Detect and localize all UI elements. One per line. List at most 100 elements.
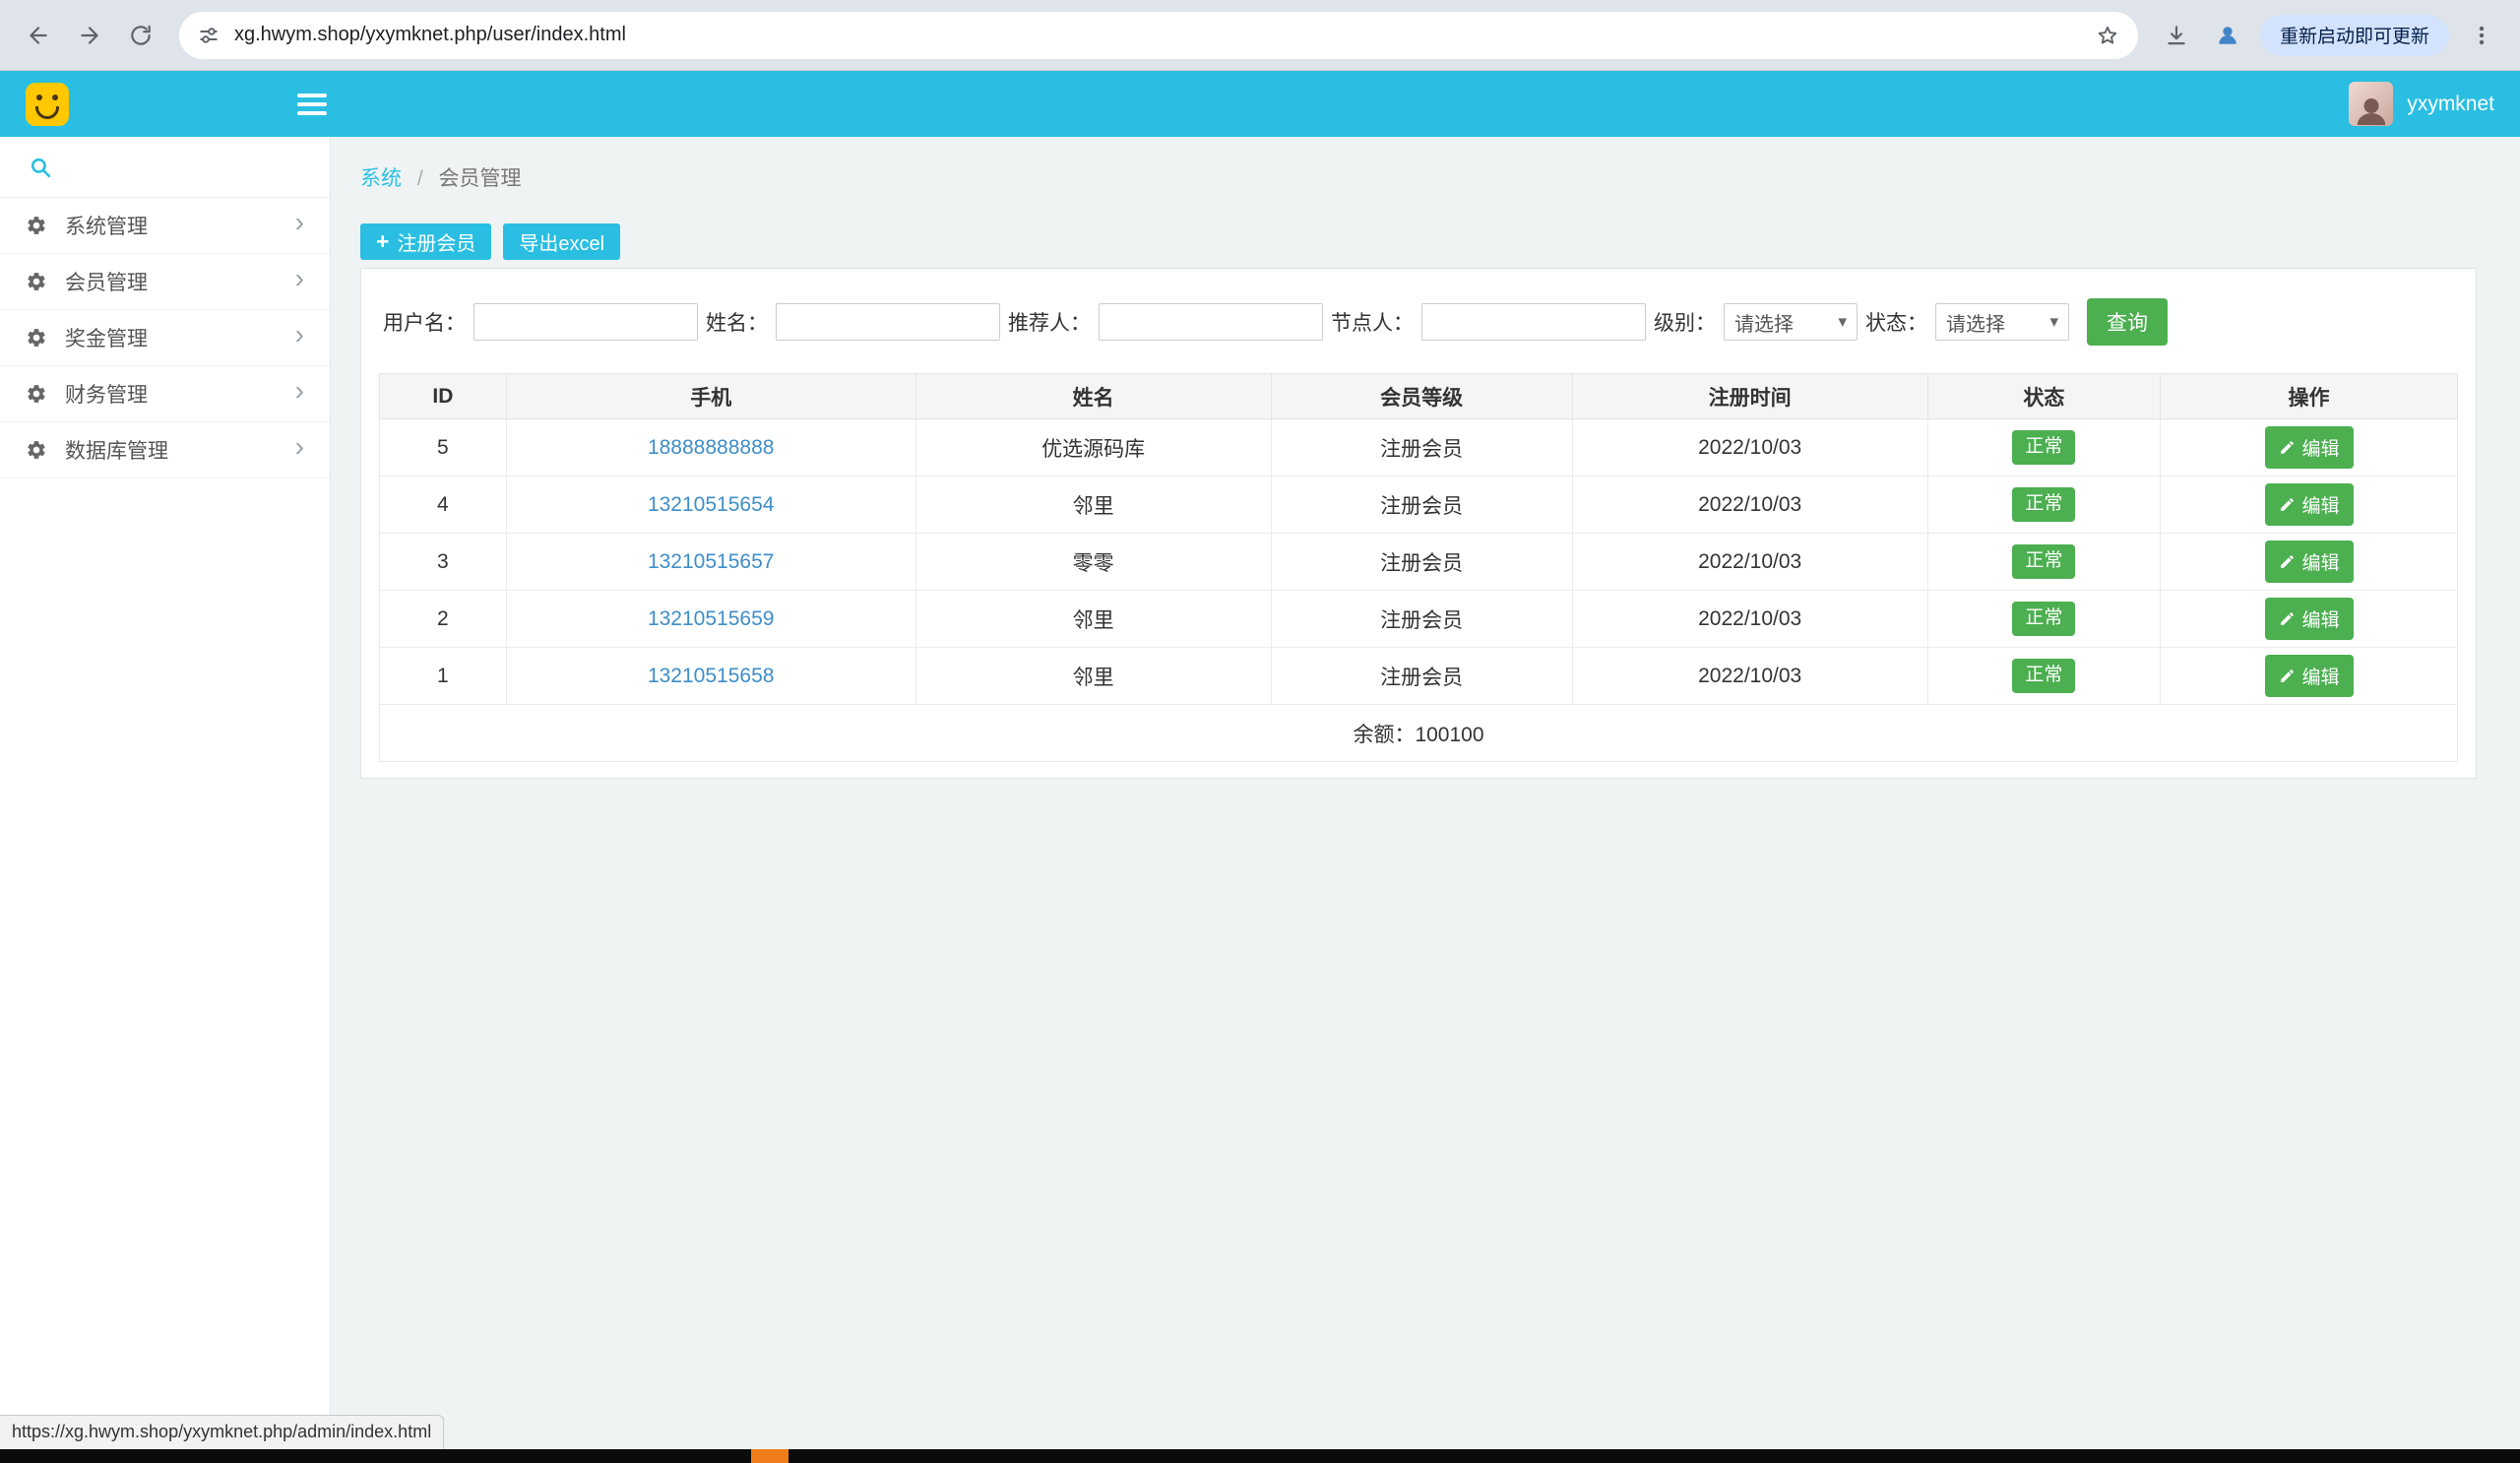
status-badge: 正常 bbox=[2012, 602, 2076, 636]
breadcrumb-current: 会员管理 bbox=[438, 167, 522, 190]
cell-id: 5 bbox=[379, 418, 507, 477]
header-username: yxymknet bbox=[2407, 92, 2494, 115]
downloads-button[interactable] bbox=[2154, 13, 2199, 58]
site-settings-icon[interactable] bbox=[197, 24, 220, 47]
search-button[interactable]: 查询 bbox=[2087, 298, 2168, 346]
avatar[interactable] bbox=[2349, 82, 2394, 126]
edit-pencil-icon bbox=[2280, 555, 2294, 568]
cell-name: 邻里 bbox=[914, 590, 1272, 648]
member-panel: 用户名： 姓名： 推荐人： 节点人： 级别： 请选择 ▾ 状态： 请选择 ▾ 查… bbox=[360, 268, 2477, 779]
level-select[interactable]: 请选择 ▾ bbox=[1724, 303, 1858, 341]
app-logo-icon[interactable] bbox=[26, 82, 69, 126]
download-icon bbox=[2168, 25, 2185, 44]
edit-button-label: 编辑 bbox=[2301, 610, 2340, 631]
cell-level: 注册会员 bbox=[1270, 533, 1573, 591]
filter-row: 用户名： 姓名： 推荐人： 节点人： 级别： 请选择 ▾ 状态： 请选择 ▾ 查… bbox=[379, 269, 2458, 346]
table-row: 5 18888888888 优选源码库 注册会员 2022/10/03 正常 编… bbox=[379, 418, 2458, 477]
address-bar[interactable]: xg.hwym.shop/yxymknet.php/user/index.htm… bbox=[179, 11, 2138, 59]
col-header-name: 姓名 bbox=[914, 373, 1272, 419]
cell-level: 注册会员 bbox=[1270, 476, 1573, 534]
edit-button-label: 编辑 bbox=[2301, 553, 2340, 574]
cell-id: 4 bbox=[379, 476, 507, 534]
gear-icon bbox=[26, 214, 49, 237]
edit-button-label: 编辑 bbox=[2301, 496, 2340, 517]
member-table: ID 手机 姓名 会员等级 注册时间 状态 操作 5 18888888888 优… bbox=[379, 373, 2458, 762]
referrer-input[interactable] bbox=[1099, 303, 1323, 341]
menu-button[interactable] bbox=[2459, 13, 2504, 58]
edit-button[interactable]: 编辑 bbox=[2264, 541, 2354, 583]
node-label: 节点人： bbox=[1331, 312, 1414, 335]
reload-button[interactable] bbox=[118, 13, 163, 58]
update-chip-button[interactable]: 重新启动即可更新 bbox=[2259, 14, 2449, 56]
col-header-id: ID bbox=[379, 373, 507, 419]
browser-toolbar: xg.hwym.shop/yxymknet.php/user/index.htm… bbox=[0, 0, 2520, 71]
edit-button[interactable]: 编辑 bbox=[2264, 598, 2354, 640]
cell-id: 3 bbox=[379, 533, 507, 591]
gear-icon bbox=[26, 326, 49, 350]
phone-link[interactable]: 13210515657 bbox=[648, 550, 774, 573]
col-header-action: 操作 bbox=[2160, 373, 2458, 419]
gear-icon bbox=[26, 270, 49, 293]
phone-link[interactable]: 13210515654 bbox=[648, 493, 774, 516]
cell-name: 优选源码库 bbox=[914, 418, 1272, 477]
action-row: + 注册会员 导出excel bbox=[360, 223, 2477, 260]
taskbar-strip bbox=[0, 1449, 2520, 1463]
edit-pencil-icon bbox=[2280, 612, 2294, 625]
caret-down-icon: ▾ bbox=[2049, 312, 2058, 331]
cell-level: 注册会员 bbox=[1270, 590, 1573, 648]
sidebar-search[interactable] bbox=[0, 137, 330, 198]
table-row: 3 13210515657 零零 注册会员 2022/10/03 正常 编辑 bbox=[379, 533, 2458, 591]
status-badge: 正常 bbox=[2012, 487, 2076, 522]
chevron-right-icon: › bbox=[294, 375, 304, 406]
username-input[interactable] bbox=[473, 303, 698, 341]
edit-button[interactable]: 编辑 bbox=[2264, 655, 2354, 697]
status-badge: 正常 bbox=[2012, 430, 2076, 465]
level-label: 级别： bbox=[1654, 312, 1716, 335]
phone-link[interactable]: 13210515659 bbox=[648, 607, 774, 630]
forward-button[interactable] bbox=[67, 13, 112, 58]
sidebar-item-database[interactable]: 数据库管理 › bbox=[0, 422, 330, 478]
app-header: yxymknet bbox=[0, 71, 2520, 137]
status-label: 状态： bbox=[1865, 312, 1927, 335]
status-badge: 正常 bbox=[2012, 544, 2076, 579]
breadcrumb-root-link[interactable]: 系统 bbox=[360, 167, 402, 190]
edit-button-label: 编辑 bbox=[2301, 439, 2340, 460]
chevron-right-icon: › bbox=[294, 431, 304, 462]
username-label: 用户名： bbox=[383, 312, 466, 335]
plus-icon: + bbox=[376, 228, 390, 254]
status-badge: 正常 bbox=[2012, 659, 2076, 693]
col-header-phone: 手机 bbox=[505, 373, 916, 419]
sidebar-item-label: 财务管理 bbox=[65, 384, 148, 407]
profile-button[interactable] bbox=[2205, 13, 2250, 58]
hamburger-menu-icon[interactable] bbox=[295, 91, 329, 118]
profile-icon bbox=[2219, 26, 2236, 44]
caret-down-icon: ▾ bbox=[1838, 312, 1847, 331]
cell-level: 注册会员 bbox=[1270, 418, 1573, 477]
register-member-button[interactable]: + 注册会员 bbox=[360, 223, 492, 260]
cell-regtime: 2022/10/03 bbox=[1571, 533, 1928, 591]
taskbar-app-indicator bbox=[751, 1449, 788, 1463]
sidebar-item-system[interactable]: 系统管理 › bbox=[0, 198, 330, 254]
back-button[interactable] bbox=[16, 13, 61, 58]
table-header-row: ID 手机 姓名 会员等级 注册时间 状态 操作 bbox=[379, 373, 2458, 419]
sidebar-item-bonus[interactable]: 奖金管理 › bbox=[0, 310, 330, 366]
gear-icon bbox=[26, 382, 49, 406]
sidebar-item-member[interactable]: 会员管理 › bbox=[0, 254, 330, 310]
name-input[interactable] bbox=[776, 303, 1000, 341]
phone-link[interactable]: 13210515658 bbox=[648, 665, 774, 687]
export-excel-button[interactable]: 导出excel bbox=[503, 223, 621, 260]
node-input[interactable] bbox=[1421, 303, 1646, 341]
status-bar: https://xg.hwym.shop/yxymknet.php/admin/… bbox=[0, 1415, 445, 1449]
bookmark-star-icon[interactable] bbox=[2095, 23, 2120, 48]
chevron-right-icon: › bbox=[294, 263, 304, 293]
cell-name: 零零 bbox=[914, 533, 1272, 591]
sidebar-item-finance[interactable]: 财务管理 › bbox=[0, 366, 330, 422]
edit-button[interactable]: 编辑 bbox=[2264, 426, 2354, 469]
status-select[interactable]: 请选择 ▾ bbox=[1935, 303, 2069, 341]
edit-button-label: 编辑 bbox=[2301, 668, 2340, 688]
three-dots-icon bbox=[2479, 26, 2485, 44]
edit-button[interactable]: 编辑 bbox=[2264, 483, 2354, 526]
sidebar-item-label: 系统管理 bbox=[65, 216, 148, 238]
phone-link[interactable]: 18888888888 bbox=[648, 436, 774, 459]
col-header-level: 会员等级 bbox=[1270, 373, 1573, 419]
